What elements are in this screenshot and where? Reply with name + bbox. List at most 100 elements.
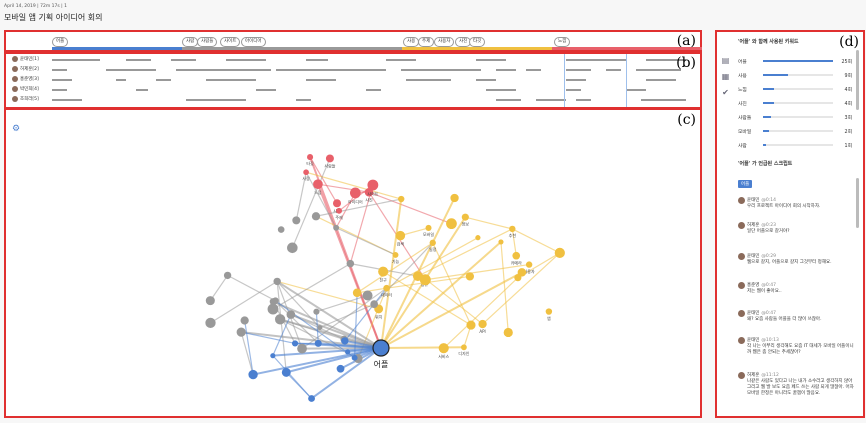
center-node[interactable] [372, 339, 390, 357]
graph-node[interactable] [273, 277, 281, 286]
keyword-row[interactable]: 사진 4회 [738, 98, 852, 108]
graph-node[interactable] [248, 369, 258, 380]
keyword-chip[interactable]: 어플 [738, 180, 753, 188]
graph-node[interactable] [223, 271, 232, 280]
graph-node[interactable] [291, 340, 299, 347]
keyword-row[interactable]: 어플 25회 [738, 56, 852, 66]
topic-pill[interactable]: 어플 [52, 37, 69, 47]
script-message[interactable]: 윤태민 @0:29 웹으로 갈지, 어플으로 갈지 그것부터 정해요. [738, 253, 854, 266]
speaker-row[interactable]: 윤태민[1] [12, 56, 39, 62]
graph-node[interactable] [525, 261, 533, 268]
script-message[interactable]: 윤태민 @0:47 왜? 요즘 사람들 어플을 더 많이 쓰잖아. [738, 310, 854, 323]
graph-node[interactable] [336, 207, 343, 214]
keyword-row[interactable]: 느낌 4회 [738, 84, 852, 94]
graph-node[interactable] [545, 308, 553, 315]
graph-node[interactable] [378, 266, 389, 277]
script-message[interactable]: 윤태민 @0:14 우리 프로젝트 아이디어 회의 시작하자. [738, 197, 854, 210]
topic-pill[interactable]: 주제 [418, 37, 435, 47]
graph-node[interactable] [311, 212, 321, 221]
graph-node[interactable] [240, 316, 249, 325]
graph-node[interactable] [345, 349, 351, 355]
network-graph[interactable]: 사람사용사진느낌사람들주제타깃사이트아이디어API모바일사용자기능정보앱추천검색… [6, 110, 700, 416]
graph-node[interactable] [267, 303, 279, 315]
graph-node[interactable] [286, 310, 296, 319]
graph-node[interactable] [313, 308, 320, 315]
graph-node[interactable] [370, 300, 379, 309]
graph-node[interactable] [317, 325, 323, 331]
speaker-row[interactable]: 홍준영[3] [12, 76, 39, 82]
topic-pill[interactable]: 사람 [182, 37, 199, 47]
graph-node[interactable] [341, 337, 349, 345]
keyword-row[interactable]: 사용 9회 [738, 70, 852, 80]
graph-node[interactable] [236, 327, 246, 337]
topic-pill[interactable]: 사용 [403, 37, 420, 47]
graph-node[interactable] [352, 288, 362, 298]
graph-node[interactable] [395, 230, 406, 241]
graph-node[interactable] [475, 235, 481, 241]
keyword-row[interactable]: 모바일 2회 [738, 126, 852, 136]
graph-node[interactable] [517, 268, 527, 277]
graph-node[interactable] [351, 354, 358, 361]
graph-node[interactable] [392, 251, 399, 258]
graph-node[interactable] [465, 272, 474, 281]
graph-node[interactable] [466, 320, 476, 330]
graph-node[interactable] [308, 395, 315, 402]
speaker-row[interactable]: 박민희[4] [12, 86, 39, 92]
graph-node[interactable] [383, 284, 390, 292]
keywords-scrollbar[interactable] [856, 50, 859, 110]
script-message[interactable]: 윤태민 @10:13 작 나는 이쭈리 생각해도 요즘 IT 대세가 모바일 어플이… [738, 337, 854, 356]
graph-node[interactable] [314, 339, 322, 347]
graph-node[interactable] [498, 239, 504, 245]
graph-node[interactable] [425, 224, 432, 231]
script-message[interactable]: 허제훈 @0:23 일단 어플으로 갈거야? [738, 222, 854, 235]
speaker-row[interactable]: 조희라[5] [12, 96, 39, 102]
graph-node[interactable] [281, 367, 291, 377]
keyword-row[interactable]: 사람들 3회 [738, 112, 852, 122]
graph-node[interactable] [313, 179, 323, 190]
graph-node[interactable] [446, 218, 457, 230]
graph-node[interactable] [429, 239, 436, 246]
check-icon[interactable]: ✔ [721, 88, 730, 97]
graph-node[interactable] [461, 213, 469, 221]
topic-pill[interactable]: 사용자 [434, 37, 455, 47]
graph-node[interactable] [205, 296, 215, 306]
topic-pill[interactable]: 사람들 [197, 37, 218, 47]
graph-node[interactable] [287, 242, 298, 254]
script-message[interactable]: 허제훈 @11:12 나같은 사람도 있다고 나는 내가 소수라고 생각하지 않아 … [738, 372, 854, 397]
speaker-row[interactable]: 허제훈[2] [12, 66, 39, 72]
graph-node[interactable] [325, 154, 334, 163]
list-icon[interactable]: ▦ [721, 72, 730, 81]
graph-node[interactable] [205, 317, 216, 329]
topic-pill[interactable]: 아이디어 [241, 37, 266, 47]
graph-node[interactable] [512, 251, 521, 260]
graph-node[interactable] [461, 344, 467, 351]
graph-node[interactable] [297, 343, 307, 354]
graph-node[interactable] [303, 169, 309, 176]
graph-node[interactable] [270, 353, 276, 359]
comment-icon[interactable]: ▤ [721, 56, 730, 65]
graph-node[interactable] [332, 199, 342, 208]
graph-node[interactable] [292, 216, 301, 225]
graph-node[interactable] [346, 259, 355, 268]
graph-node[interactable] [333, 224, 340, 231]
graph-node[interactable] [274, 314, 286, 325]
script-scrollbar[interactable] [856, 178, 859, 228]
topic-pill[interactable]: 사이트 [220, 37, 241, 47]
topic-pill[interactable]: 느낌 [554, 37, 571, 47]
graph-node[interactable] [554, 247, 565, 258]
graph-node[interactable] [349, 187, 361, 199]
graph-node[interactable] [367, 179, 379, 191]
graph-node[interactable] [412, 271, 423, 282]
graph-node[interactable] [307, 154, 314, 161]
keyword-row[interactable]: 사람 1회 [738, 140, 852, 150]
graph-node[interactable] [277, 226, 285, 233]
graph-node[interactable] [398, 195, 405, 203]
graph-node[interactable] [362, 290, 373, 301]
graph-node[interactable] [509, 225, 516, 233]
graph-node[interactable] [450, 193, 459, 203]
graph-node[interactable] [478, 319, 487, 329]
graph-node[interactable] [503, 327, 513, 338]
graph-node[interactable] [438, 343, 449, 354]
topic-pill[interactable]: 타깃 [469, 37, 486, 47]
graph-node[interactable] [336, 364, 345, 373]
